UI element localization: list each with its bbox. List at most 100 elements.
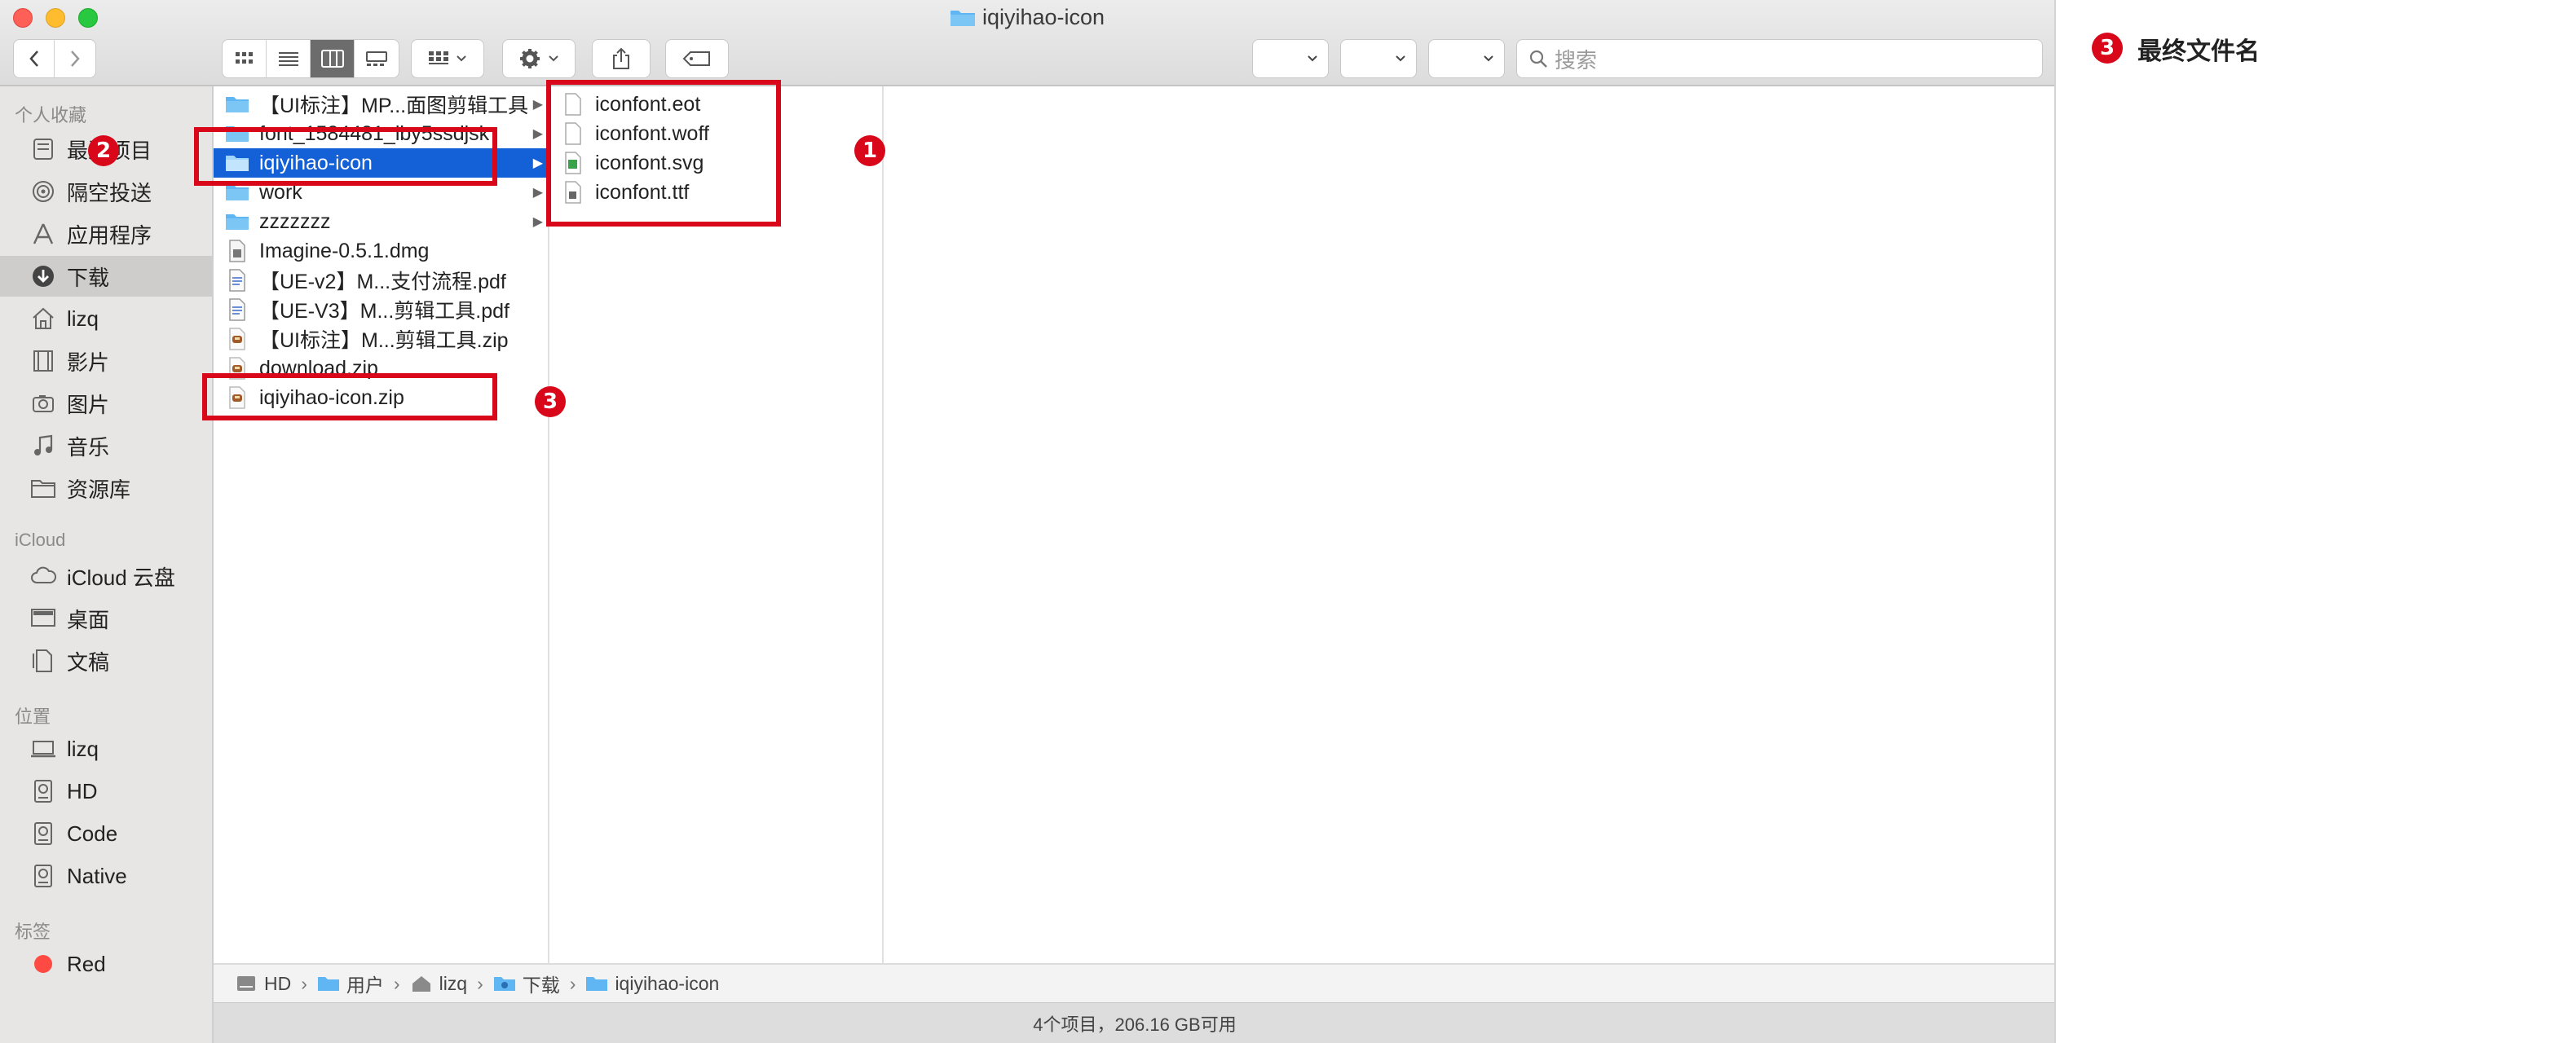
sidebar-item-label: lizq	[67, 306, 99, 331]
path-label: 下载	[522, 975, 560, 996]
column-view-button[interactable]	[311, 40, 355, 77]
sidebar-item-library[interactable]: 资源库	[0, 468, 212, 508]
sidebar-item-tag-red[interactable]: Red	[0, 944, 212, 984]
file-name: 【UI标注】M...剪辑工具.zip	[259, 329, 509, 352]
path-label: iqiyihao-icon	[615, 972, 720, 994]
sidebar-item-music[interactable]: 音乐	[0, 425, 212, 466]
file-name: Imagine-0.5.1.dmg	[259, 239, 430, 262]
list-item[interactable]: 【UI标注】MP...面图剪辑工具 ▶	[214, 90, 548, 119]
chevron-right-icon: ›	[477, 972, 483, 994]
back-button[interactable]	[14, 40, 55, 77]
downloads-icon	[29, 262, 57, 290]
chevron-down-icon	[1484, 55, 1493, 62]
sidebar-item-label: 隔空投送	[67, 180, 152, 205]
sidebar-item-label: Code	[67, 821, 118, 846]
sidebar-item-label: 资源库	[67, 477, 131, 502]
path-segment-iqiyihao-icon[interactable]: iqiyihao-icon	[585, 973, 719, 995]
share-icon	[613, 47, 629, 69]
chevron-right-icon: ›	[569, 972, 576, 994]
sidebar-item-airdrop[interactable]: 隔空投送	[0, 171, 212, 212]
sidebar-item-desktop[interactable]: 桌面	[0, 598, 212, 639]
home-icon	[412, 976, 430, 992]
dmg-file-icon	[223, 240, 251, 262]
sidebar-section-locations: 位置	[15, 706, 51, 727]
annotation-badge-3: 3	[535, 386, 566, 417]
file-name: 【UI标注】MP...面图剪辑工具	[259, 95, 529, 117]
list-icon	[278, 52, 298, 66]
toolbar-dropdown-1[interactable]	[1252, 39, 1329, 78]
disk-icon	[29, 862, 57, 890]
annotation-box-2	[194, 127, 497, 186]
list-item[interactable]: zzzzzzz ▶	[214, 207, 548, 236]
path-segment-users[interactable]: 用户	[317, 970, 384, 997]
zip-file-icon	[223, 328, 251, 350]
annotation-badge-2: 2	[88, 135, 119, 166]
sidebar: 个人收藏 最近项目 隔空投送 应用程序 下载 lizq 影片 图片 音乐 资源库…	[0, 86, 214, 1043]
sidebar-item-code[interactable]: Code	[0, 813, 212, 854]
gear-icon	[520, 49, 540, 68]
sidebar-item-label: 影片	[67, 350, 110, 375]
window-title: iqiyihao-icon	[0, 5, 2054, 30]
forward-button[interactable]	[55, 40, 95, 77]
path-label: 用户	[346, 975, 384, 996]
action-button[interactable]	[502, 39, 576, 78]
sidebar-item-label: iCloud 云盘	[67, 565, 175, 590]
red-tag-icon	[29, 950, 57, 978]
disclosure-arrow-icon: ▶	[532, 98, 543, 112]
sidebar-section-icloud: iCloud	[15, 530, 66, 550]
file-name: zzzzzzz	[259, 209, 331, 233]
list-item[interactable]: 【UE-v2】M...支付流程.pdf	[214, 266, 548, 295]
sidebar-item-movies[interactable]: 影片	[0, 341, 212, 381]
chevron-right-icon: ›	[393, 972, 400, 994]
column-downloads: 【UI标注】MP...面图剪辑工具 ▶ font_1584481_lby5ssdj…	[214, 86, 549, 963]
toolbar: iqiyihao-icon 搜索	[0, 0, 2054, 86]
sidebar-item-icloud-drive[interactable]: iCloud 云盘	[0, 556, 212, 596]
sidebar-item-applications[interactable]: 应用程序	[0, 213, 212, 254]
disk-icon	[237, 976, 255, 991]
folder-icon	[223, 210, 251, 233]
sidebar-item-label: lizq	[67, 736, 99, 761]
gallery-icon	[366, 51, 387, 66]
applications-icon	[29, 220, 57, 248]
disk-icon	[29, 820, 57, 847]
path-segment-home[interactable]: lizq	[410, 973, 467, 995]
chevron-down-icon	[1396, 55, 1405, 62]
list-item[interactable]: 【UE-V3】M...剪辑工具.pdf	[214, 295, 548, 324]
sidebar-item-computer[interactable]: lizq	[0, 728, 212, 769]
folder-icon	[29, 474, 57, 502]
clock-icon	[29, 135, 57, 163]
sidebar-item-pictures[interactable]: 图片	[0, 383, 212, 424]
sidebar-item-hd[interactable]: HD	[0, 771, 212, 812]
toolbar-dropdown-2[interactable]	[1340, 39, 1417, 78]
sidebar-item-label: 应用程序	[67, 222, 152, 248]
window-title-text: iqiyihao-icon	[981, 5, 1105, 29]
toolbar-dropdown-3[interactable]	[1428, 39, 1505, 78]
folder-icon	[317, 977, 339, 991]
icon-view-button[interactable]	[223, 40, 267, 77]
sidebar-item-downloads[interactable]: 下载	[0, 256, 212, 297]
pdf-file-icon	[223, 298, 251, 321]
sidebar-item-label: HD	[67, 778, 98, 803]
desktop-icon	[29, 605, 57, 632]
tag-button[interactable]	[665, 39, 729, 78]
path-segment-hd[interactable]: HD	[235, 973, 291, 995]
gallery-view-button[interactable]	[355, 40, 399, 77]
sidebar-item-label: 下载	[67, 265, 110, 290]
nav-buttons	[13, 39, 96, 78]
sidebar-item-documents[interactable]: 文稿	[0, 640, 212, 681]
sidebar-item-native[interactable]: Native	[0, 856, 212, 896]
group-grid-icon	[429, 51, 448, 64]
grid-icon	[235, 52, 253, 64]
airdrop-icon	[29, 178, 57, 205]
share-button[interactable]	[592, 39, 651, 78]
list-view-button[interactable]	[267, 40, 311, 77]
sidebar-item-home[interactable]: lizq	[0, 298, 212, 339]
list-item[interactable]: Imagine-0.5.1.dmg	[214, 236, 548, 266]
group-button[interactable]	[411, 39, 484, 78]
legend-text: 最终文件名	[2137, 38, 2260, 65]
path-segment-downloads[interactable]: 下载	[493, 970, 560, 997]
list-item[interactable]: 【UI标注】M...剪辑工具.zip	[214, 324, 548, 354]
search-input[interactable]: 搜索	[1516, 39, 2043, 78]
columns-icon	[320, 50, 344, 68]
music-icon	[29, 432, 57, 460]
